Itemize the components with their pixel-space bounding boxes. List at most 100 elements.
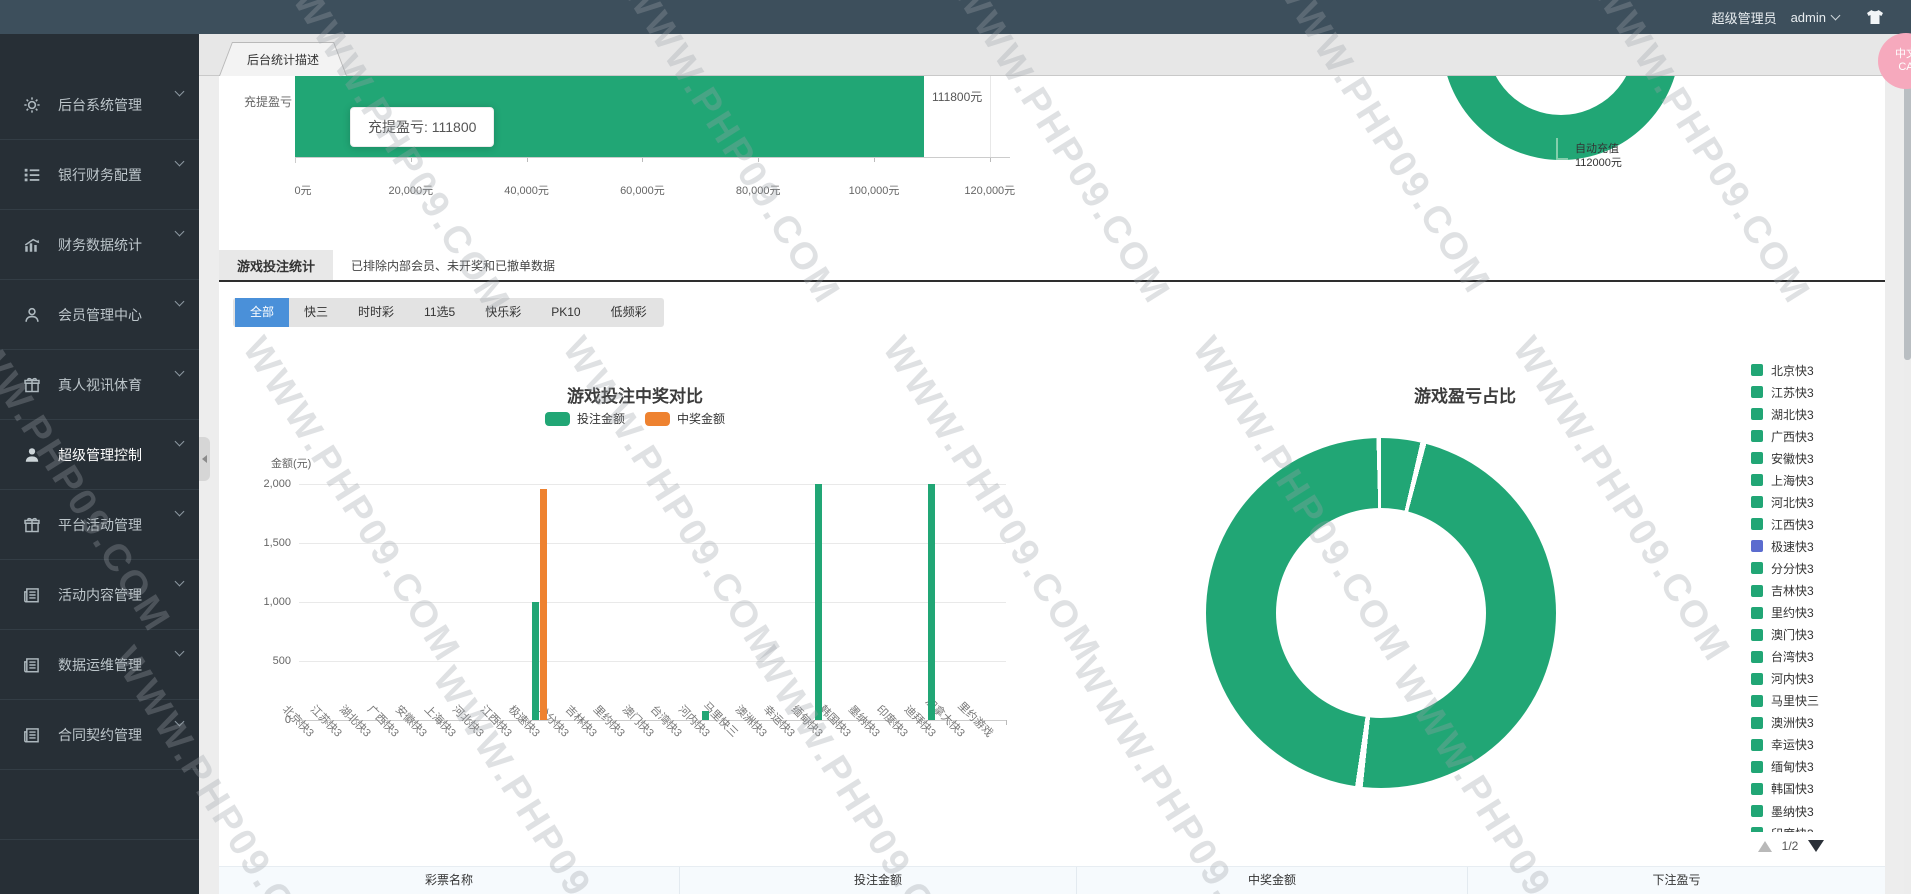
sidebar-item[interactable]: 平台活动管理 [0, 490, 199, 560]
scrollbar[interactable] [1904, 34, 1911, 894]
filter-button[interactable]: 全部 [235, 298, 289, 327]
auto-recharge-label-line2: 112000元 [1575, 156, 1622, 170]
legend-swatch [1751, 496, 1763, 508]
donut-legend-item[interactable]: 缅甸快3 [1751, 759, 1814, 775]
legend-item[interactable]: 中奖金额 [645, 410, 725, 427]
legend-page-up-icon[interactable] [1758, 841, 1772, 852]
donut-legend-item[interactable]: 澳洲快3 [1751, 715, 1814, 731]
user-menu[interactable]: admin [1791, 10, 1839, 25]
donut-legend-item[interactable]: 江苏快3 [1751, 384, 1814, 400]
legend-swatch [1751, 430, 1763, 442]
sidebar-item[interactable]: 后台系统管理 [0, 70, 199, 140]
gridline [299, 484, 1006, 485]
donut-legend-item[interactable]: 广西快3 [1751, 428, 1814, 444]
filter-button[interactable]: 时时彩 [343, 298, 409, 327]
donut-legend-item[interactable]: 湖北快3 [1751, 406, 1814, 422]
sidebar-item[interactable]: 数据运维管理 [0, 630, 199, 700]
axis-tick [1006, 720, 1007, 725]
legend-label: 马里快三 [1771, 692, 1819, 709]
tab-game-bet-stats[interactable]: 游戏投注统计 [219, 250, 333, 280]
gridline [299, 602, 1006, 603]
recharge-category-label: 充提盈亏 [244, 93, 292, 110]
legend-label: 北京快3 [1771, 362, 1814, 379]
donut-legend-item[interactable]: 澳门快3 [1751, 627, 1814, 643]
donut-legend-item[interactable]: 里约快3 [1751, 605, 1814, 621]
legend-swatch [1751, 651, 1763, 663]
gift-icon [22, 515, 42, 535]
sidebar-item-label: 合同契约管理 [58, 725, 142, 745]
sidebar-item[interactable]: 活动内容管理 [0, 560, 199, 630]
sidebar-spacer [0, 34, 199, 70]
legend-label: 墨纳快3 [1771, 803, 1814, 820]
legend-label: 澳洲快3 [1771, 714, 1814, 731]
user-icon [22, 305, 42, 325]
x-tick-label: 40,000元 [504, 182, 549, 198]
sidebar-item-label: 会员管理中心 [58, 305, 142, 325]
legend-label: 里约快3 [1771, 604, 1814, 621]
auto-recharge-label: 自动充值 112000元 [1575, 142, 1622, 170]
legend-label: 吉林快3 [1771, 582, 1814, 599]
donut-legend-item[interactable]: 韩国快3 [1751, 781, 1814, 797]
donut-legend-item[interactable]: 马里快三 [1751, 693, 1819, 709]
bar-chart-title: 游戏投注中奖对比 [567, 382, 703, 407]
main-panel: 充提盈亏 充提盈亏: 111800 111800元 0元20,000元40,00… [219, 76, 1885, 894]
legend-label: 极速快3 [1771, 538, 1814, 555]
legend-swatch [1751, 673, 1763, 685]
gift-icon [22, 375, 42, 395]
legend-label: 河北快3 [1771, 494, 1814, 511]
topbar: 超级管理员 admin [0, 0, 1911, 34]
sidebar-item-label: 财务数据统计 [58, 235, 142, 255]
donut-legend-item[interactable]: 吉林快3 [1751, 583, 1814, 599]
filter-button[interactable]: 快三 [289, 298, 343, 327]
chevron-down-icon [175, 717, 185, 727]
sidebar-item[interactable]: 真人视讯体育 [0, 350, 199, 420]
legend-label: 湖北快3 [1771, 406, 1814, 423]
donut-legend-item[interactable]: 极速快3 [1751, 538, 1814, 554]
profit-donut-hole [1276, 508, 1486, 718]
donut-legend-item[interactable]: 江西快3 [1751, 516, 1814, 532]
legend-pagination: 1/2 [1741, 832, 1841, 860]
sidebar-item[interactable]: 财务数据统计 [0, 210, 199, 280]
legend-item[interactable]: 投注金额 [545, 410, 625, 427]
sidebar-item[interactable]: 合同契约管理 [0, 700, 199, 770]
filter-button[interactable]: PK10 [536, 298, 595, 327]
chevron-down-icon [1831, 11, 1841, 21]
legend-swatch [1751, 562, 1763, 574]
sidebar-collapse-handle[interactable] [199, 437, 210, 481]
legend-swatch [1751, 452, 1763, 464]
lottery-table-header: 彩票名称投注金额中奖金额下注盈亏 [219, 866, 1885, 894]
tab-backend-stats[interactable]: 后台统计描述 [219, 42, 347, 76]
gridline [299, 661, 1006, 662]
scrollbar-thumb[interactable] [1904, 80, 1911, 360]
sidebar-item[interactable]: 银行财务配置 [0, 140, 199, 210]
username: admin [1791, 10, 1826, 25]
donut-legend-item[interactable]: 河北快3 [1751, 494, 1814, 510]
donut-legend-item[interactable]: 北京快3 [1751, 362, 1814, 378]
y-tick-label: 500 [231, 655, 291, 667]
legend-page-down-icon[interactable] [1808, 840, 1824, 852]
sidebar-item-label: 后台系统管理 [58, 95, 142, 115]
donut-legend-item[interactable]: 上海快3 [1751, 472, 1814, 488]
sidebar-item[interactable]: 会员管理中心 [0, 280, 199, 350]
gear-icon [22, 95, 42, 115]
filter-button[interactable]: 低频彩 [596, 298, 662, 327]
x-tick-label: 20,000元 [388, 182, 433, 198]
sidebar-item[interactable]: 超级管理控制 [0, 420, 199, 490]
theme-shirt-icon[interactable] [1865, 9, 1885, 25]
filter-button[interactable]: 快乐彩 [470, 298, 536, 327]
donut-legend-item[interactable]: 幸运快3 [1751, 737, 1814, 753]
donut-legend-item[interactable]: 安徽快3 [1751, 450, 1814, 466]
donut-legend-item[interactable]: 台湾快3 [1751, 649, 1814, 665]
filter-button[interactable]: 11选5 [409, 298, 470, 327]
section-underline [219, 280, 1885, 282]
section-note: 已排除内部会员、未开奖和已撤单数据 [351, 257, 555, 274]
legend-swatch [1751, 408, 1763, 420]
legend-swatch [1751, 607, 1763, 619]
legend-label: 中奖金额 [677, 410, 725, 427]
donut-legend-item[interactable]: 墨纳快3 [1751, 803, 1814, 819]
donut-legend-item[interactable]: 分分快3 [1751, 560, 1814, 576]
sidebar-tail-divider [0, 770, 199, 840]
donut-legend-item[interactable]: 河内快3 [1751, 671, 1814, 687]
x-tick-label: 0元 [294, 182, 311, 198]
chevron-down-icon [175, 227, 185, 237]
